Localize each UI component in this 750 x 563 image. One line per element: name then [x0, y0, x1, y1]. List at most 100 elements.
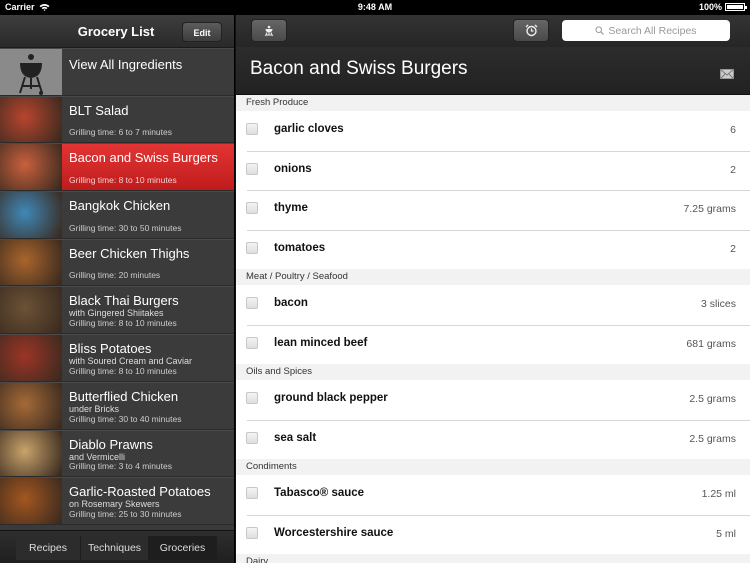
recipe-title: Diablo Prawns	[69, 436, 153, 452]
recipe-list-item[interactable]: BLT Salad Grilling time: 6 to 7 minutes	[0, 95, 234, 144]
view-all-ingredients-item[interactable]: View All Ingredients	[0, 48, 234, 96]
tab-techniques[interactable]: Techniques	[81, 536, 149, 560]
ingredient-quantity: 681 grams	[686, 337, 736, 350]
recipe-list[interactable]: View All Ingredients BLT Salad Grilling ti…	[0, 48, 234, 530]
ingredient-name: onions	[274, 162, 312, 175]
recipe-thumbnail	[0, 192, 62, 238]
ingredient-quantity: 2.5 grams	[689, 432, 736, 445]
grilling-time: Grilling time: 6 to 7 minutes	[69, 127, 172, 138]
battery-percent: 100%	[698, 2, 722, 12]
recipe-subtitle: and Vermicelli	[69, 451, 126, 462]
edit-button[interactable]: Edit	[182, 22, 222, 42]
section-header: Dairy	[236, 554, 750, 563]
ingredient-row[interactable]: Worcestershire sauce 5 ml	[236, 514, 750, 554]
recipe-subtitle: under Bricks	[69, 403, 120, 414]
ingredient-row[interactable]: tomatoes 2	[236, 229, 750, 269]
ingredient-name: bacon	[274, 297, 308, 309]
search-icon	[595, 26, 605, 35]
timer-button[interactable]	[513, 19, 549, 42]
ingredient-checkbox[interactable]	[246, 526, 258, 539]
grilling-time: Grilling time: 3 to 4 minutes	[69, 461, 172, 472]
recipe-list-item[interactable]: Bliss Potatoes with Soured Cream and Cavi…	[0, 334, 234, 382]
grill-icon	[265, 25, 273, 36]
recipe-list-item[interactable]: Bangkok Chicken Grilling time: 30 to 50 m…	[0, 191, 234, 239]
ingredient-name: sea salt	[274, 431, 317, 444]
recipe-list-item[interactable]: Butterflied Chicken under Bricks Grilling …	[0, 381, 234, 430]
recipe-list-item[interactable]: Beer Chicken Thighs Grilling time: 20 min…	[0, 238, 234, 287]
grilling-time: Grilling time: 20 minutes	[69, 270, 161, 281]
recipe-thumbnail	[0, 478, 62, 524]
ingredient-row[interactable]: bacon 3 slices	[236, 285, 750, 325]
recipe-title: View All Ingredients	[69, 57, 183, 72]
recipe-title: Beer Chicken Thighs	[69, 245, 190, 261]
recipe-list-item[interactable]: Diablo Prawns and Vermicelli Grilling time…	[0, 429, 234, 478]
grilling-time: Grilling time: 30 to 50 minutes	[69, 222, 182, 233]
ingredient-row[interactable]: garlic cloves 6	[236, 111, 750, 151]
sidebar: Grocery List Edit View All Ingredients BL…	[0, 15, 234, 563]
ingredient-list[interactable]: Fresh Produce garlic cloves 6 onions 2 thyme 7…	[236, 95, 750, 563]
tab-recipes[interactable]: Recipes	[16, 536, 81, 560]
ingredient-checkbox[interactable]	[246, 297, 258, 309]
recipe-title: Bacon and Swiss Burgers	[250, 58, 468, 79]
recipe-title: Butterflied Chicken	[69, 388, 179, 404]
ingredient-name: Worcestershire sauce	[274, 526, 394, 539]
ingredient-checkbox[interactable]	[246, 202, 258, 214]
recipe-subtitle: on Rosemary Skewers	[69, 499, 160, 510]
grilling-time: Grilling time: 8 to 10 minutes	[69, 175, 177, 186]
ingredient-checkbox[interactable]	[246, 162, 258, 175]
grilling-time: Grilling time: 30 to 40 minutes	[69, 413, 182, 424]
ingredient-quantity: 2	[730, 242, 736, 255]
grilling-time: Grilling time: 8 to 10 minutes	[69, 365, 177, 376]
sidebar-header: Grocery List Edit	[0, 15, 234, 48]
recipe-list-item[interactable]: Black Thai Burgers with Gingered Shiitake…	[0, 286, 234, 335]
mail-icon	[720, 69, 734, 79]
recipe-title: BLT Salad	[69, 102, 129, 118]
ingredient-quantity: 7.25 grams	[683, 203, 736, 215]
ingredient-row[interactable]: lean minced beef 681 grams	[236, 324, 750, 364]
ingredient-name: tomatoes	[274, 241, 326, 254]
search-input[interactable]: Search All Recipes	[562, 20, 730, 41]
recipe-title: Bangkok Chicken	[69, 198, 171, 214]
recipe-subtitle: with Gingered Shiitakes	[69, 308, 164, 319]
ingredient-row[interactable]: Tabasco® sauce 1.25 ml	[236, 475, 750, 515]
ingredient-name: Tabasco® sauce	[274, 487, 365, 499]
grilling-time: Grilling time: 25 to 30 minutes	[69, 508, 182, 519]
ingredient-name: thyme	[274, 202, 308, 214]
recipe-thumbnail	[0, 144, 62, 191]
battery: 100%	[698, 2, 747, 12]
ingredient-name: ground black pepper	[274, 392, 388, 404]
email-button[interactable]	[720, 66, 734, 84]
ingredient-row[interactable]: ground black pepper 2.5 grams	[236, 380, 750, 420]
ingredient-row[interactable]: onions 2	[236, 150, 750, 190]
recipe-list-item[interactable]: Bacon and Swiss Burgers Grilling time: 8 …	[0, 143, 234, 192]
ingredient-checkbox[interactable]	[246, 392, 258, 404]
ingredient-row[interactable]: thyme 7.25 grams	[236, 190, 750, 230]
section-header: Meat / Poultry / Seafood	[236, 269, 750, 285]
tab-groceries[interactable]: Groceries	[149, 536, 217, 560]
ingredient-checkbox[interactable]	[246, 487, 258, 499]
main-panel: Search All Recipes Bacon and Swiss Burge…	[235, 15, 750, 563]
ingredient-quantity: 1.25 ml	[701, 488, 736, 500]
search-placeholder: Search All Recipes	[608, 24, 697, 37]
ingredient-quantity: 3 slices	[700, 298, 736, 310]
section-header: Fresh Produce	[236, 95, 750, 111]
recipe-thumbnail	[0, 287, 62, 334]
toolbar: Search All Recipes	[236, 15, 750, 47]
clock: 9:48 AM	[357, 2, 393, 12]
grilling-time: Grilling time: 8 to 10 minutes	[69, 318, 177, 329]
recipe-list-item[interactable]: Garlic-Roasted Potatoes on Rosemary Skewe…	[0, 477, 234, 525]
ingredient-checkbox[interactable]	[246, 431, 258, 444]
recipe-thumbnail	[0, 430, 62, 477]
ingredient-row[interactable]: sea salt 2.5 grams	[236, 419, 750, 459]
recipe-title: Bliss Potatoes	[69, 341, 152, 357]
recipe-title: Bacon and Swiss Burgers	[69, 150, 218, 166]
ingredient-checkbox[interactable]	[246, 123, 258, 135]
battery-icon	[725, 3, 747, 11]
ingredient-checkbox[interactable]	[246, 241, 258, 254]
recipe-thumbnail	[0, 96, 62, 143]
ingredient-checkbox[interactable]	[246, 336, 258, 349]
recipe-thumbnail	[0, 239, 62, 286]
grill-button[interactable]	[251, 19, 287, 42]
ingredient-name: garlic cloves	[274, 123, 344, 135]
recipe-thumbnail	[0, 335, 62, 381]
